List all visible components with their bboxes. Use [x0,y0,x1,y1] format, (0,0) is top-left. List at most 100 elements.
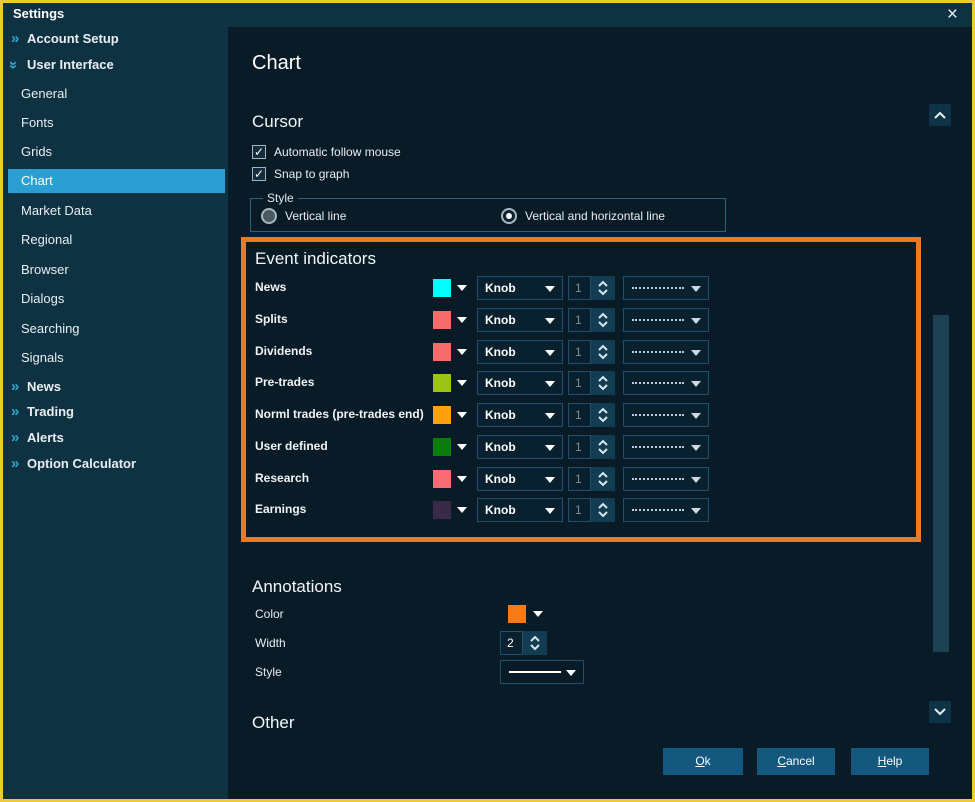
width-stepper[interactable] [591,340,615,364]
settings-window: Settings × » Account Setup » User Interf… [0,0,975,802]
radio-selected-icon[interactable] [501,208,517,224]
line-style-select[interactable] [623,403,709,427]
annotation-color-dropdown[interactable] [508,605,550,623]
annotation-width-value: 2 [500,631,523,655]
sidebar-item-browser[interactable]: Browser [3,258,228,282]
scroll-down-button[interactable] [929,701,951,723]
sidebar-item-user-interface[interactable]: » User Interface [3,53,228,77]
line-style-select[interactable] [623,340,709,364]
sidebar-item-regional[interactable]: Regional [3,228,228,252]
line-style-select[interactable] [623,467,709,491]
width-stepper[interactable] [591,498,615,522]
chevron-right-double-icon: » [11,27,19,51]
chevron-down-icon [691,318,701,324]
color-swatch-dropdown[interactable] [433,343,475,361]
close-icon[interactable]: × [947,3,958,27]
line-style-select[interactable] [623,371,709,395]
chevron-up-icon [597,343,609,352]
width-value: 1 [568,498,591,522]
width-stepper[interactable] [591,308,615,332]
chevron-right-double-icon: » [11,400,19,424]
chevron-down-icon [597,288,609,297]
radio-vertical-and-horizontal-line[interactable]: Vertical and horizontal line [501,207,665,225]
chevron-down-icon [545,445,555,451]
event-row-research: Research Knob 1 [228,467,928,491]
scrollbar-thumb[interactable] [933,315,949,652]
sidebar-item-fonts[interactable]: Fonts [3,111,228,135]
marker-style-select[interactable]: Knob [477,435,563,459]
chevron-down-icon [597,415,609,424]
chevron-down-icon [597,352,609,361]
help-button[interactable]: Help [851,748,929,775]
dashed-line-preview [632,478,684,480]
chevron-down-icon [545,381,555,387]
scroll-up-button[interactable] [929,104,951,126]
checkbox-snap-to-graph[interactable]: ✓ Snap to graph [252,166,349,182]
chevron-down-icon [545,318,555,324]
color-swatch-dropdown[interactable] [433,501,475,519]
sidebar-item-trading[interactable]: » Trading [3,400,228,424]
sidebar-item-market-data[interactable]: Market Data [3,199,228,223]
sidebar-item-account-setup[interactable]: » Account Setup [3,27,228,51]
cancel-button[interactable]: Cancel [757,748,835,775]
color-swatch [433,311,451,329]
marker-style-select[interactable]: Knob [477,467,563,491]
chevron-down-icon [691,508,701,514]
width-stepper[interactable] [591,403,615,427]
radio-vertical-line[interactable]: Vertical line [261,207,346,225]
chevron-down-icon [597,510,609,519]
scrollable-content: Chart Cursor ✓ Automatic follow mouse ✓ … [228,27,972,728]
line-style-select[interactable] [623,308,709,332]
marker-style-select[interactable]: Knob [477,340,563,364]
sidebar-item-dialogs[interactable]: Dialogs [3,287,228,311]
color-swatch [508,605,526,623]
sidebar-item-searching[interactable]: Searching [3,317,228,341]
marker-style-select[interactable]: Knob [477,308,563,332]
line-style-select[interactable] [623,276,709,300]
color-swatch-dropdown[interactable] [433,470,475,488]
line-style-select[interactable] [623,435,709,459]
sidebar-item-general[interactable]: General [3,82,228,106]
width-stepper[interactable] [591,276,615,300]
marker-style-select[interactable]: Knob [477,403,563,427]
sidebar-item-grids[interactable]: Grids [3,140,228,164]
checkbox-checked-icon[interactable]: ✓ [252,167,266,181]
radio-unselected-icon[interactable] [261,208,277,224]
color-swatch-dropdown[interactable] [433,406,475,424]
color-swatch [433,501,451,519]
sidebar-item-signals[interactable]: Signals [3,346,228,370]
solid-line-preview [509,671,561,673]
chevron-down-icon [457,444,467,450]
chevron-down-icon [597,320,609,329]
checkbox-automatic-follow-mouse[interactable]: ✓ Automatic follow mouse [252,144,401,160]
color-swatch-dropdown[interactable] [433,311,475,329]
marker-style-select[interactable]: Knob [477,276,563,300]
chevron-down-icon [457,317,467,323]
ok-button[interactable]: Ok [663,748,743,775]
sidebar-item-alerts[interactable]: » Alerts [3,426,228,450]
chevron-up-icon [597,311,609,320]
annotations-heading: Annotations [252,577,342,597]
sidebar: » Account Setup » User Interface General… [3,27,228,799]
sidebar-item-news[interactable]: » News [3,375,228,399]
sidebar-item-chart[interactable]: Chart [8,169,225,193]
event-row-earnings: Earnings Knob 1 [228,498,928,522]
color-swatch-dropdown[interactable] [433,374,475,392]
marker-style-select[interactable]: Knob [477,371,563,395]
annotation-width-stepper[interactable] [523,631,547,655]
chevron-down-icon [597,447,609,456]
chevron-down-icon [691,350,701,356]
color-swatch-dropdown[interactable] [433,279,475,297]
sidebar-item-option-calculator[interactable]: » Option Calculator [3,452,228,476]
annotation-style-select[interactable] [500,660,584,684]
width-stepper[interactable] [591,435,615,459]
marker-style-select[interactable]: Knob [477,498,563,522]
line-style-select[interactable] [623,498,709,522]
width-stepper[interactable] [591,371,615,395]
checkbox-checked-icon[interactable]: ✓ [252,145,266,159]
width-value: 1 [568,403,591,427]
color-swatch [433,343,451,361]
chevron-up-icon [597,438,609,447]
color-swatch-dropdown[interactable] [433,438,475,456]
width-stepper[interactable] [591,467,615,491]
